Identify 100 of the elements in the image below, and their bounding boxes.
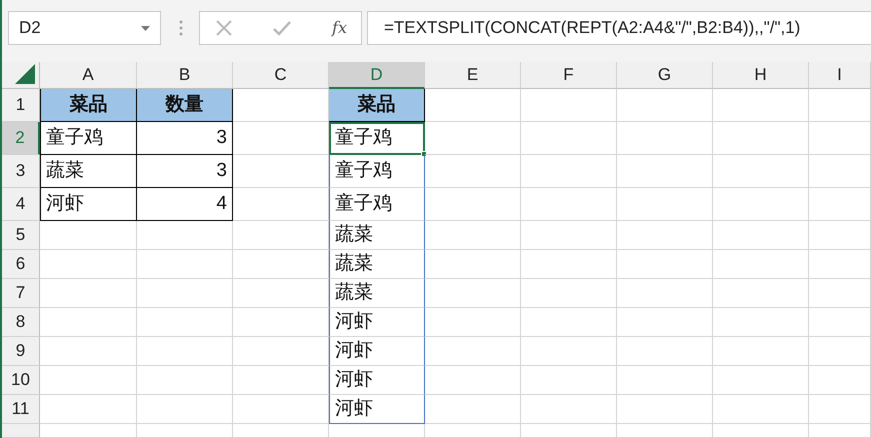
empty-cell[interactable] bbox=[425, 337, 521, 366]
empty-cell[interactable] bbox=[425, 221, 521, 250]
table-cell[interactable]: 河虾 bbox=[329, 366, 425, 395]
empty-cell[interactable] bbox=[329, 424, 425, 438]
table-cell[interactable]: 菜品 bbox=[40, 89, 137, 122]
empty-cell[interactable] bbox=[809, 279, 871, 308]
empty-cell[interactable] bbox=[617, 424, 713, 438]
empty-cell[interactable] bbox=[233, 188, 329, 221]
check-icon[interactable] bbox=[273, 20, 292, 36]
empty-cell[interactable] bbox=[233, 155, 329, 188]
row-header[interactable] bbox=[2, 424, 40, 438]
column-header[interactable]: E bbox=[425, 62, 521, 89]
empty-cell[interactable] bbox=[521, 89, 617, 122]
table-cell[interactable]: 数量 bbox=[137, 89, 233, 122]
empty-cell[interactable] bbox=[137, 250, 233, 279]
empty-cell[interactable] bbox=[233, 279, 329, 308]
empty-cell[interactable] bbox=[617, 155, 713, 188]
table-cell[interactable]: 3 bbox=[137, 155, 233, 188]
empty-cell[interactable] bbox=[713, 89, 809, 122]
empty-cell[interactable] bbox=[233, 122, 329, 155]
empty-cell[interactable] bbox=[521, 279, 617, 308]
row-header[interactable]: 3 bbox=[2, 155, 40, 188]
empty-cell[interactable] bbox=[809, 366, 871, 395]
table-cell[interactable]: 菜品 bbox=[329, 89, 425, 122]
row-header[interactable]: 5 bbox=[2, 221, 40, 250]
table-cell[interactable]: 3 bbox=[137, 122, 233, 155]
empty-cell[interactable] bbox=[233, 424, 329, 438]
empty-cell[interactable] bbox=[809, 308, 871, 337]
empty-cell[interactable] bbox=[425, 308, 521, 337]
empty-cell[interactable] bbox=[137, 424, 233, 438]
empty-cell[interactable] bbox=[617, 366, 713, 395]
empty-cell[interactable] bbox=[137, 366, 233, 395]
empty-cell[interactable] bbox=[521, 122, 617, 155]
row-header[interactable]: 8 bbox=[2, 308, 40, 337]
table-cell[interactable]: 童子鸡 bbox=[40, 122, 137, 155]
table-cell[interactable]: 蔬菜 bbox=[329, 221, 425, 250]
empty-cell[interactable] bbox=[809, 337, 871, 366]
empty-cell[interactable] bbox=[617, 308, 713, 337]
table-cell[interactable]: 童子鸡 bbox=[329, 188, 425, 221]
table-cell[interactable]: 童子鸡 bbox=[329, 155, 425, 188]
empty-cell[interactable] bbox=[137, 395, 233, 424]
empty-cell[interactable] bbox=[713, 279, 809, 308]
empty-cell[interactable] bbox=[713, 221, 809, 250]
row-header[interactable]: 11 bbox=[2, 395, 40, 424]
column-header[interactable]: H bbox=[713, 62, 809, 89]
empty-cell[interactable] bbox=[425, 188, 521, 221]
empty-cell[interactable] bbox=[617, 221, 713, 250]
name-box[interactable]: D2 bbox=[8, 11, 161, 45]
empty-cell[interactable] bbox=[809, 424, 871, 438]
empty-cell[interactable] bbox=[617, 279, 713, 308]
empty-cell[interactable] bbox=[425, 395, 521, 424]
grip-icon[interactable] bbox=[179, 20, 183, 36]
empty-cell[interactable] bbox=[809, 155, 871, 188]
empty-cell[interactable] bbox=[713, 308, 809, 337]
table-cell[interactable]: 蔬菜 bbox=[40, 155, 137, 188]
column-header[interactable]: G bbox=[617, 62, 713, 89]
empty-cell[interactable] bbox=[425, 155, 521, 188]
row-header[interactable]: 9 bbox=[2, 337, 40, 366]
table-cell[interactable]: 蔬菜 bbox=[329, 279, 425, 308]
row-header[interactable]: 10 bbox=[2, 366, 40, 395]
empty-cell[interactable] bbox=[521, 395, 617, 424]
empty-cell[interactable] bbox=[233, 308, 329, 337]
empty-cell[interactable] bbox=[233, 337, 329, 366]
empty-cell[interactable] bbox=[233, 395, 329, 424]
row-header[interactable]: 6 bbox=[2, 250, 40, 279]
empty-cell[interactable] bbox=[233, 250, 329, 279]
empty-cell[interactable] bbox=[713, 395, 809, 424]
empty-cell[interactable] bbox=[713, 366, 809, 395]
empty-cell[interactable] bbox=[137, 337, 233, 366]
empty-cell[interactable] bbox=[233, 221, 329, 250]
column-header[interactable]: I bbox=[809, 62, 871, 89]
table-cell[interactable]: 河虾 bbox=[329, 395, 425, 424]
empty-cell[interactable] bbox=[521, 337, 617, 366]
empty-cell[interactable] bbox=[617, 395, 713, 424]
empty-cell[interactable] bbox=[713, 155, 809, 188]
row-header[interactable]: 7 bbox=[2, 279, 40, 308]
column-header[interactable]: D bbox=[329, 62, 425, 89]
empty-cell[interactable] bbox=[809, 89, 871, 122]
table-cell[interactable]: 河虾 bbox=[329, 308, 425, 337]
empty-cell[interactable] bbox=[809, 188, 871, 221]
select-all-icon[interactable] bbox=[15, 64, 35, 84]
row-header[interactable]: 2 bbox=[2, 122, 40, 155]
empty-cell[interactable] bbox=[617, 188, 713, 221]
empty-cell[interactable] bbox=[521, 308, 617, 337]
empty-cell[interactable] bbox=[809, 250, 871, 279]
empty-cell[interactable] bbox=[617, 337, 713, 366]
empty-cell[interactable] bbox=[617, 250, 713, 279]
empty-cell[interactable] bbox=[617, 122, 713, 155]
empty-cell[interactable] bbox=[809, 221, 871, 250]
empty-cell[interactable] bbox=[425, 279, 521, 308]
dropdown-caret-icon[interactable] bbox=[141, 26, 150, 30]
empty-cell[interactable] bbox=[809, 395, 871, 424]
empty-cell[interactable] bbox=[713, 188, 809, 221]
empty-cell[interactable] bbox=[425, 250, 521, 279]
cancel-icon[interactable] bbox=[216, 20, 232, 36]
empty-cell[interactable] bbox=[713, 250, 809, 279]
empty-cell[interactable] bbox=[425, 424, 521, 438]
table-cell[interactable]: 蔬菜 bbox=[329, 250, 425, 279]
empty-cell[interactable] bbox=[713, 337, 809, 366]
column-header[interactable]: F bbox=[521, 62, 617, 89]
